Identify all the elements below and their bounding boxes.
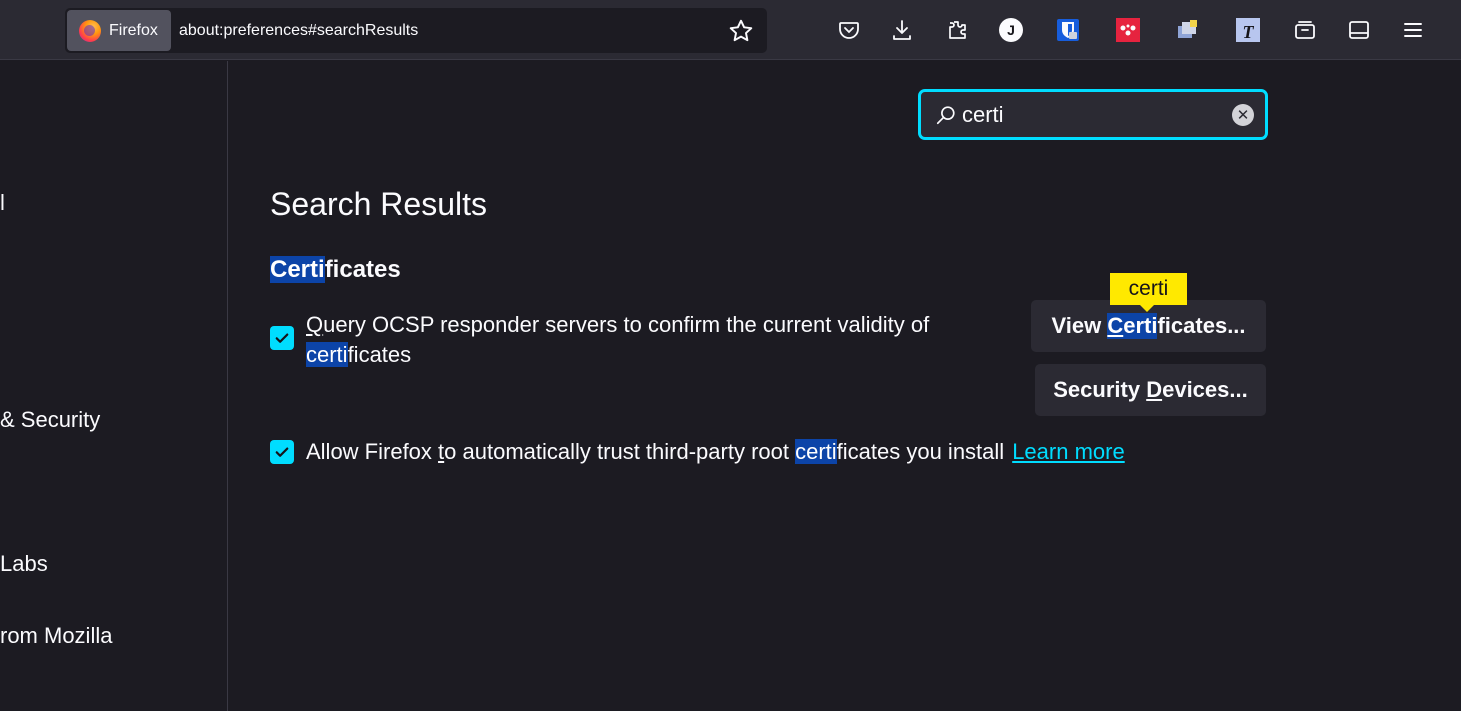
identity-box[interactable]: Firefox (67, 10, 171, 51)
ocsp-text: uery OCSP responder servers to confirm t… (323, 312, 930, 337)
bitwarden-icon[interactable] (1054, 14, 1082, 46)
security-devices-button[interactable]: Security Devices... (1035, 364, 1266, 416)
view-cert-prefix: View (1051, 313, 1102, 338)
search-highlight: Certi (270, 256, 325, 283)
search-icon (935, 104, 957, 126)
sec-dev-suffix: evices... (1162, 377, 1248, 402)
ocsp-checkbox[interactable] (270, 326, 294, 350)
account-initial: J (999, 18, 1023, 42)
sidebar-item-privacy-security[interactable]: & Security (0, 407, 100, 433)
svg-text:T: T (1243, 22, 1255, 42)
view-cert-mnemonic: C (1107, 313, 1124, 338)
ocsp-text-end: ficates (347, 342, 412, 367)
trust-root-checkbox[interactable] (270, 440, 294, 464)
menu-icon[interactable] (1399, 14, 1427, 46)
group-title-certificates: Certificates (270, 256, 401, 284)
preferences-sidebar: l & Security Labs rom Mozilla (0, 61, 228, 711)
url-bar[interactable]: Firefox about:preferences#searchResults (65, 8, 767, 53)
search-highlight: Certi (1107, 313, 1158, 339)
search-highlight: certi (795, 439, 837, 464)
sidebar-item-firefox-labs[interactable]: Labs (0, 551, 48, 577)
clear-search-icon[interactable]: ✕ (1232, 104, 1254, 126)
sec-dev-mnemonic: D (1146, 377, 1163, 402)
ocsp-mnemonic: Q (306, 312, 324, 337)
search-input[interactable] (962, 96, 1222, 133)
trust-text-end: ficates you install (836, 439, 1005, 464)
ocsp-checkbox-label[interactable]: Query OCSP responder servers to confirm … (306, 310, 1006, 370)
identity-label: Firefox (109, 21, 158, 39)
url-text[interactable]: about:preferences#searchResults (179, 8, 418, 53)
search-match-tooltip: certi (1110, 273, 1187, 312)
firefox-view-icon[interactable] (1291, 14, 1319, 46)
learn-more-link[interactable]: Learn more (1012, 439, 1125, 464)
translate-extension-icon[interactable]: T (1234, 14, 1262, 46)
bookmark-star-icon[interactable] (728, 18, 756, 44)
pocket-icon[interactable] (835, 14, 863, 46)
downloads-icon[interactable] (888, 14, 916, 46)
firefox-logo-icon (79, 19, 101, 42)
sec-dev-prefix: Security (1053, 377, 1141, 402)
extensions-icon[interactable] (943, 14, 971, 46)
account-j-icon[interactable]: J (997, 14, 1025, 46)
browser-toolbar: Firefox about:preferences#searchResults … (0, 0, 1461, 60)
mendeley-icon[interactable] (1114, 14, 1142, 46)
trust-text-mid: o automatically trust third-party root (444, 439, 796, 464)
clipboard-extension-icon[interactable] (1174, 14, 1202, 46)
group-title-rest: ficates (324, 256, 401, 283)
preferences-search-box[interactable]: ✕ (918, 89, 1268, 140)
sidebar-item-more-from-mozilla[interactable]: rom Mozilla (0, 623, 112, 649)
trust-text-start: Allow Firefox (306, 439, 439, 464)
sidebar-icon[interactable] (1345, 14, 1373, 46)
search-highlight: certi (306, 342, 348, 367)
trust-root-checkbox-label[interactable]: Allow Firefox to automatically trust thi… (306, 437, 1125, 467)
view-cert-suffix: ficates... (1157, 313, 1246, 338)
view-cert-highlight-rest: erti (1123, 313, 1158, 338)
sidebar-item-general[interactable]: l (0, 190, 5, 216)
page-title: Search Results (270, 186, 487, 222)
